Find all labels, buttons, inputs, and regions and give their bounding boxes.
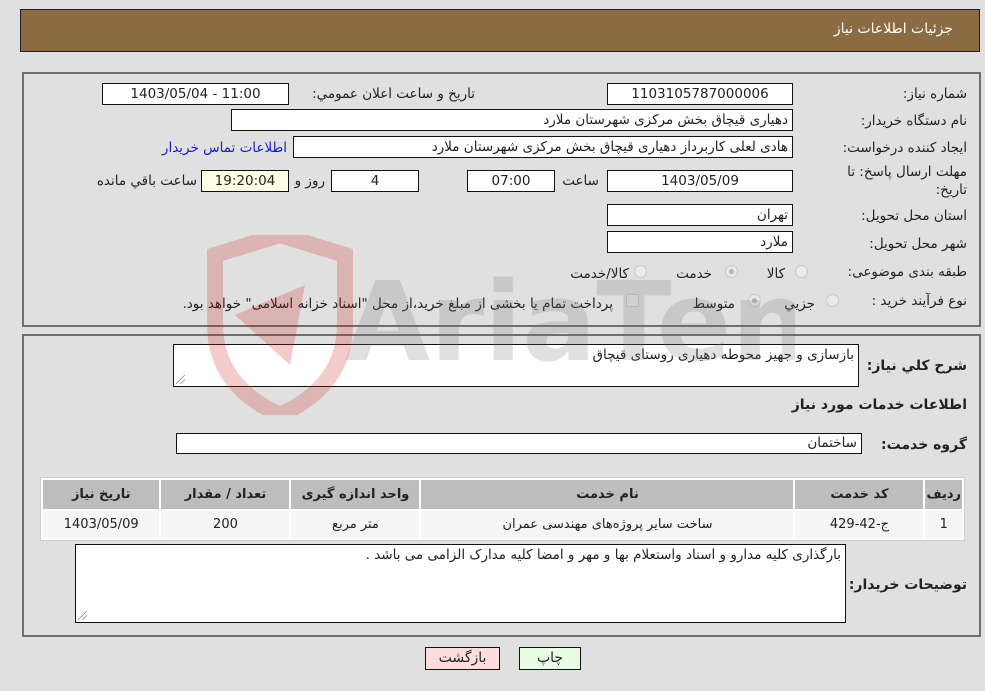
treasury-note: پرداخت تمام یا بخشی از مبلغ خرید،از محل … bbox=[182, 296, 613, 312]
service-group-label: گروه خدمت: bbox=[881, 437, 967, 453]
cell-need-date: 1403/05/09 bbox=[43, 511, 160, 538]
category-radio-goods[interactable] bbox=[795, 265, 808, 278]
print-button[interactable]: چاپ bbox=[519, 647, 581, 670]
buyer-contact-link[interactable]: اطلاعات تماس خریدار bbox=[162, 140, 287, 156]
col-header-service-code: کد خدمت bbox=[795, 480, 924, 509]
cell-quantity: 200 bbox=[161, 511, 290, 538]
province-field: تهران bbox=[607, 204, 793, 226]
category-option-service: خدمت bbox=[676, 266, 712, 282]
page-title: جزئیات اطلاعات نیاز bbox=[833, 21, 953, 37]
buyer-notes-label: توضیحات خریدار: bbox=[848, 577, 967, 593]
purchase-option-medium: متوسط bbox=[692, 296, 735, 312]
category-radio-goods-service[interactable] bbox=[634, 265, 647, 278]
announce-datetime-label: تاریخ و ساعت اعلان عمومي: bbox=[312, 86, 475, 102]
services-section-title: اطلاعات خدمات مورد نیاز bbox=[791, 397, 967, 413]
resize-grip-icon[interactable] bbox=[176, 375, 185, 384]
cell-service-name: ساخت سایر پروژه‌های مهندسی عمران bbox=[421, 511, 794, 538]
purchase-radio-minor[interactable] bbox=[826, 294, 839, 307]
days-label: روز و bbox=[294, 173, 325, 189]
service-group-field: ساختمان bbox=[176, 433, 862, 454]
table-row: 1 ج-42-429 ساخت سایر پروژه‌های مهندسی عم… bbox=[43, 511, 962, 538]
city-field: ملارد bbox=[607, 231, 793, 253]
requester-label: ایجاد کننده درخواست: bbox=[842, 140, 967, 156]
general-desc-text: بازسازی و جهیز محوطه دهیاری روستای قیچاق bbox=[592, 347, 855, 363]
remaining-days-field: 4 bbox=[331, 170, 419, 192]
general-desc-field: بازسازی و جهیز محوطه دهیاری روستای قیچاق bbox=[173, 344, 859, 387]
cell-service-code: ج-42-429 bbox=[795, 511, 924, 538]
province-label: استان محل تحویل: bbox=[861, 208, 967, 224]
deadline-label-line1: مهلت ارسال پاسخ: تا bbox=[847, 164, 967, 180]
cell-row-number: 1 bbox=[925, 511, 962, 538]
city-label: شهر محل تحویل: bbox=[869, 236, 967, 252]
services-table: رديف کد خدمت نام خدمت واحد اندازه گیری ت… bbox=[40, 477, 965, 541]
category-option-goods: کالا bbox=[766, 266, 785, 282]
buyer-notes-field: بارگذاری کلیه مدارو و اسناد واستعلام بها… bbox=[75, 544, 846, 623]
cell-unit: متر مربع bbox=[291, 511, 420, 538]
category-label: طبقه بندی موضوعی: bbox=[847, 264, 967, 280]
purchase-type-label: نوع فرآیند خرید : bbox=[871, 293, 967, 309]
purchase-radio-medium[interactable] bbox=[748, 294, 761, 307]
resize-grip-icon[interactable] bbox=[78, 611, 87, 620]
treasury-checkbox[interactable] bbox=[626, 294, 639, 307]
deadline-time-label: ساعت bbox=[562, 173, 599, 189]
buyer-org-label: نام دستگاه خریدار: bbox=[860, 113, 967, 129]
purchase-option-minor: جزيي bbox=[784, 296, 815, 312]
col-header-need-date: تاریخ نیاز bbox=[43, 480, 160, 509]
col-header-row-number: رديف bbox=[925, 480, 962, 509]
category-radio-service[interactable] bbox=[725, 265, 738, 278]
col-header-quantity: تعداد / مقدار bbox=[161, 480, 290, 509]
announce-datetime-field: 1403/05/04 - 11:00 bbox=[102, 83, 289, 105]
deadline-label-line2: تاریخ: bbox=[935, 182, 967, 198]
need-number-field: 1103105787000006 bbox=[607, 83, 793, 105]
buyer-org-field: دهیاری قیچاق بخش مرکزی شهرستان ملارد bbox=[231, 109, 793, 131]
col-header-unit: واحد اندازه گیری bbox=[291, 480, 420, 509]
remaining-time-label: ساعت باقي مانده bbox=[96, 173, 197, 189]
requester-field: هادی لعلی کاربرداز دهیاری قیچاق بخش مرکز… bbox=[293, 136, 793, 158]
back-button[interactable]: بازگشت bbox=[425, 647, 500, 670]
category-option-goods-service: کالا/خدمت bbox=[570, 266, 629, 282]
col-header-service-name: نام خدمت bbox=[421, 480, 794, 509]
table-header-row: رديف کد خدمت نام خدمت واحد اندازه گیری ت… bbox=[43, 480, 962, 509]
need-number-label: شماره نیاز: bbox=[902, 86, 967, 102]
deadline-time-field: 07:00 bbox=[467, 170, 555, 192]
deadline-date-field: 1403/05/09 bbox=[607, 170, 793, 192]
remaining-time-field: 19:20:04 bbox=[201, 170, 289, 192]
page-header: جزئیات اطلاعات نیاز bbox=[20, 9, 980, 52]
buyer-notes-text: بارگذاری کلیه مدارو و اسناد واستعلام بها… bbox=[365, 547, 841, 563]
general-desc-label: شرح کلي نیاز: bbox=[866, 358, 967, 374]
